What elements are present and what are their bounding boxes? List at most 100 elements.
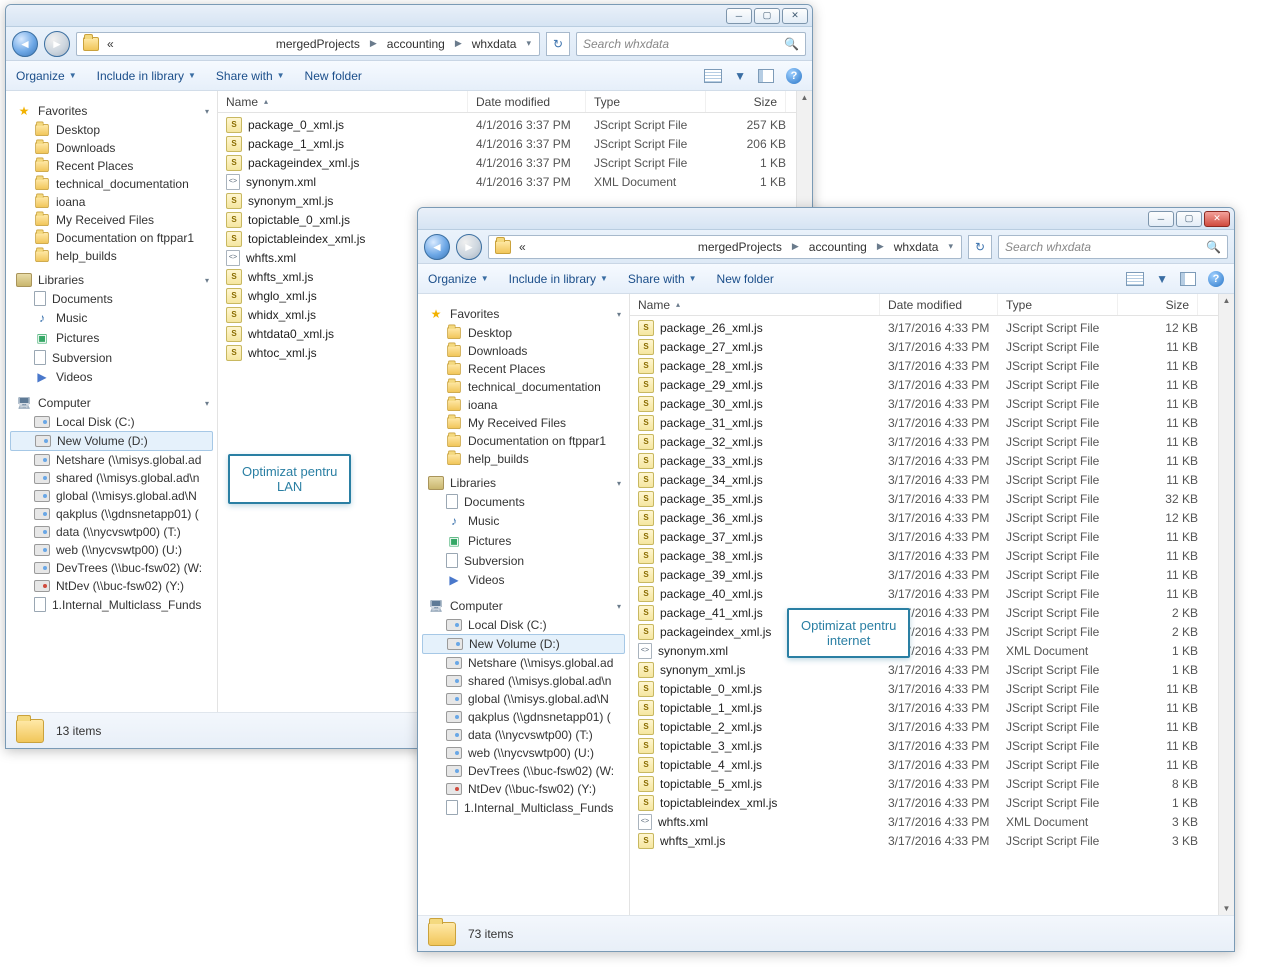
close-button[interactable]: ✕ — [1204, 211, 1230, 227]
sidebar-item[interactable]: ▣Pictures — [418, 531, 629, 551]
file-row[interactable]: <>whfts.xml3/17/2016 4:33 PMXML Document… — [630, 812, 1218, 831]
file-row[interactable]: Spackageindex_xml.js4/1/2016 3:37 PMJScr… — [218, 153, 796, 172]
file-row[interactable]: Stopictableindex_xml.js3/17/2016 4:33 PM… — [630, 793, 1218, 812]
sidebar-item[interactable]: qakplus (\\gdnsnetapp01) ( — [418, 708, 629, 726]
maximize-button[interactable]: ▢ — [754, 8, 780, 24]
preview-pane-icon[interactable] — [758, 69, 774, 83]
newfolder-button[interactable]: New folder — [717, 272, 774, 286]
sidebar-item[interactable]: ioana — [418, 396, 629, 414]
file-row[interactable]: Swhfts_xml.js3/17/2016 4:33 PMJScript Sc… — [630, 831, 1218, 850]
sidebar-item[interactable]: DevTrees (\\buc-fsw02) (W: — [418, 762, 629, 780]
file-row[interactable]: Spackage_41_xml.js3/17/2016 4:33 PMJScri… — [630, 603, 1218, 622]
help-icon[interactable]: ? — [1208, 271, 1224, 287]
sidebar-item[interactable]: Documents — [418, 492, 629, 511]
minimize-button[interactable]: ─ — [1148, 211, 1174, 227]
sidebar-item[interactable]: 1.Internal_Multiclass_Funds — [6, 595, 217, 614]
file-row[interactable]: Spackage_39_xml.js3/17/2016 4:33 PMJScri… — [630, 565, 1218, 584]
col-size[interactable]: Size — [1118, 294, 1198, 315]
crumb[interactable]: mergedProjects — [696, 240, 784, 254]
column-header[interactable]: Name Date modified Type Size — [218, 91, 796, 113]
sidebar-favorites[interactable]: ★Favorites▾ — [418, 304, 629, 324]
refresh-button[interactable]: ↻ — [546, 32, 570, 56]
sidebar-item[interactable]: Recent Places — [418, 360, 629, 378]
file-row[interactable]: Spackage_33_xml.js3/17/2016 4:33 PMJScri… — [630, 451, 1218, 470]
titlebar[interactable]: ─ ▢ ✕ — [418, 208, 1234, 230]
file-row[interactable]: Spackage_36_xml.js3/17/2016 4:33 PMJScri… — [630, 508, 1218, 527]
file-list[interactable]: Spackage_26_xml.js3/17/2016 4:33 PMJScri… — [630, 316, 1218, 915]
file-row[interactable]: Spackage_30_xml.js3/17/2016 4:33 PMJScri… — [630, 394, 1218, 413]
col-date[interactable]: Date modified — [468, 91, 586, 112]
refresh-button[interactable]: ↻ — [968, 235, 992, 259]
sidebar-computer[interactable]: 🖥Computer▾ — [6, 393, 217, 413]
crumb[interactable]: whxdata — [892, 240, 941, 254]
file-row[interactable]: Spackage_40_xml.js3/17/2016 4:33 PMJScri… — [630, 584, 1218, 603]
crumb[interactable]: accounting — [385, 37, 447, 51]
include-button[interactable]: Include in library▼ — [97, 69, 196, 83]
crumb[interactable]: « — [517, 240, 528, 254]
sidebar-item[interactable]: Documentation on ftppar1 — [6, 229, 217, 247]
file-row[interactable]: Stopictable_4_xml.js3/17/2016 4:33 PMJSc… — [630, 755, 1218, 774]
file-row[interactable]: Spackage_1_xml.js4/1/2016 3:37 PMJScript… — [218, 134, 796, 153]
sidebar-item[interactable]: global (\\misys.global.ad\N — [6, 487, 217, 505]
preview-pane-icon[interactable] — [1180, 272, 1196, 286]
organize-button[interactable]: Organize▼ — [16, 69, 77, 83]
forward-button[interactable]: ► — [456, 234, 482, 260]
col-type[interactable]: Type — [998, 294, 1118, 315]
sidebar-favorites[interactable]: ★Favorites▾ — [6, 101, 217, 121]
include-button[interactable]: Include in library▼ — [509, 272, 608, 286]
sidebar-item[interactable]: ▶Videos — [6, 367, 217, 387]
col-size[interactable]: Size — [706, 91, 786, 112]
sidebar-item[interactable]: shared (\\misys.global.ad\n — [6, 469, 217, 487]
col-name[interactable]: Name — [218, 91, 468, 112]
file-row[interactable]: Spackage_29_xml.js3/17/2016 4:33 PMJScri… — [630, 375, 1218, 394]
sidebar-item[interactable]: New Volume (D:) — [10, 431, 213, 451]
file-row[interactable]: Stopictable_0_xml.js3/17/2016 4:33 PMJSc… — [630, 679, 1218, 698]
share-button[interactable]: Share with▼ — [216, 69, 285, 83]
sidebar-libraries[interactable]: Libraries▾ — [418, 474, 629, 492]
help-icon[interactable]: ? — [786, 68, 802, 84]
sidebar-computer[interactable]: 🖥Computer▾ — [418, 596, 629, 616]
col-type[interactable]: Type — [586, 91, 706, 112]
crumb[interactable]: mergedProjects — [274, 37, 362, 51]
crumb[interactable]: whxdata — [470, 37, 519, 51]
file-row[interactable]: Spackage_27_xml.js3/17/2016 4:33 PMJScri… — [630, 337, 1218, 356]
file-row[interactable]: Spackage_0_xml.js4/1/2016 3:37 PMJScript… — [218, 115, 796, 134]
sidebar-item[interactable]: Local Disk (C:) — [418, 616, 629, 634]
view-icon[interactable] — [704, 69, 722, 83]
sidebar-item[interactable]: help_builds — [418, 450, 629, 468]
sidebar-item[interactable]: Subversion — [6, 348, 217, 367]
col-date[interactable]: Date modified — [880, 294, 998, 315]
file-row[interactable]: Spackageindex_xml.js3/17/2016 4:33 PMJSc… — [630, 622, 1218, 641]
crumb[interactable]: « — [105, 37, 116, 51]
sidebar-item[interactable]: Recent Places — [6, 157, 217, 175]
sidebar-item[interactable]: Desktop — [6, 121, 217, 139]
file-row[interactable]: Stopictable_1_xml.js3/17/2016 4:33 PMJSc… — [630, 698, 1218, 717]
sidebar-item[interactable]: Netshare (\\misys.global.ad — [6, 451, 217, 469]
sidebar-item[interactable]: shared (\\misys.global.ad\n — [418, 672, 629, 690]
crumb[interactable]: accounting — [807, 240, 869, 254]
sidebar-item[interactable]: technical_documentation — [418, 378, 629, 396]
sidebar-item[interactable]: web (\\nycvswtp00) (U:) — [6, 541, 217, 559]
sidebar-item[interactable]: DevTrees (\\buc-fsw02) (W: — [6, 559, 217, 577]
forward-button[interactable]: ► — [44, 31, 70, 57]
sidebar-item[interactable]: 1.Internal_Multiclass_Funds — [418, 798, 629, 817]
sidebar-item[interactable]: qakplus (\\gdnsnetapp01) ( — [6, 505, 217, 523]
file-row[interactable]: Spackage_32_xml.js3/17/2016 4:33 PMJScri… — [630, 432, 1218, 451]
file-row[interactable]: Spackage_26_xml.js3/17/2016 4:33 PMJScri… — [630, 318, 1218, 337]
sidebar-item[interactable]: ioana — [6, 193, 217, 211]
col-name[interactable]: Name — [630, 294, 880, 315]
sidebar-item[interactable]: Documents — [6, 289, 217, 308]
file-row[interactable]: Spackage_35_xml.js3/17/2016 4:33 PMJScri… — [630, 489, 1218, 508]
file-row[interactable]: Spackage_31_xml.js3/17/2016 4:33 PMJScri… — [630, 413, 1218, 432]
titlebar[interactable]: ─ ▢ ✕ — [6, 5, 812, 27]
sidebar-item[interactable]: My Received Files — [418, 414, 629, 432]
newfolder-button[interactable]: New folder — [305, 69, 362, 83]
column-header[interactable]: Name Date modified Type Size — [630, 294, 1218, 316]
sidebar-item[interactable]: Netshare (\\misys.global.ad — [418, 654, 629, 672]
sidebar-item[interactable]: ♪Music — [6, 308, 217, 328]
file-row[interactable]: Ssynonym_xml.js3/17/2016 4:33 PMJScript … — [630, 660, 1218, 679]
file-row[interactable]: Stopictable_3_xml.js3/17/2016 4:33 PMJSc… — [630, 736, 1218, 755]
organize-button[interactable]: Organize▼ — [428, 272, 489, 286]
breadcrumb[interactable]: « mergedProjects▶ accounting▶ whxdata ▾ — [488, 235, 962, 259]
sidebar-item[interactable]: ▣Pictures — [6, 328, 217, 348]
